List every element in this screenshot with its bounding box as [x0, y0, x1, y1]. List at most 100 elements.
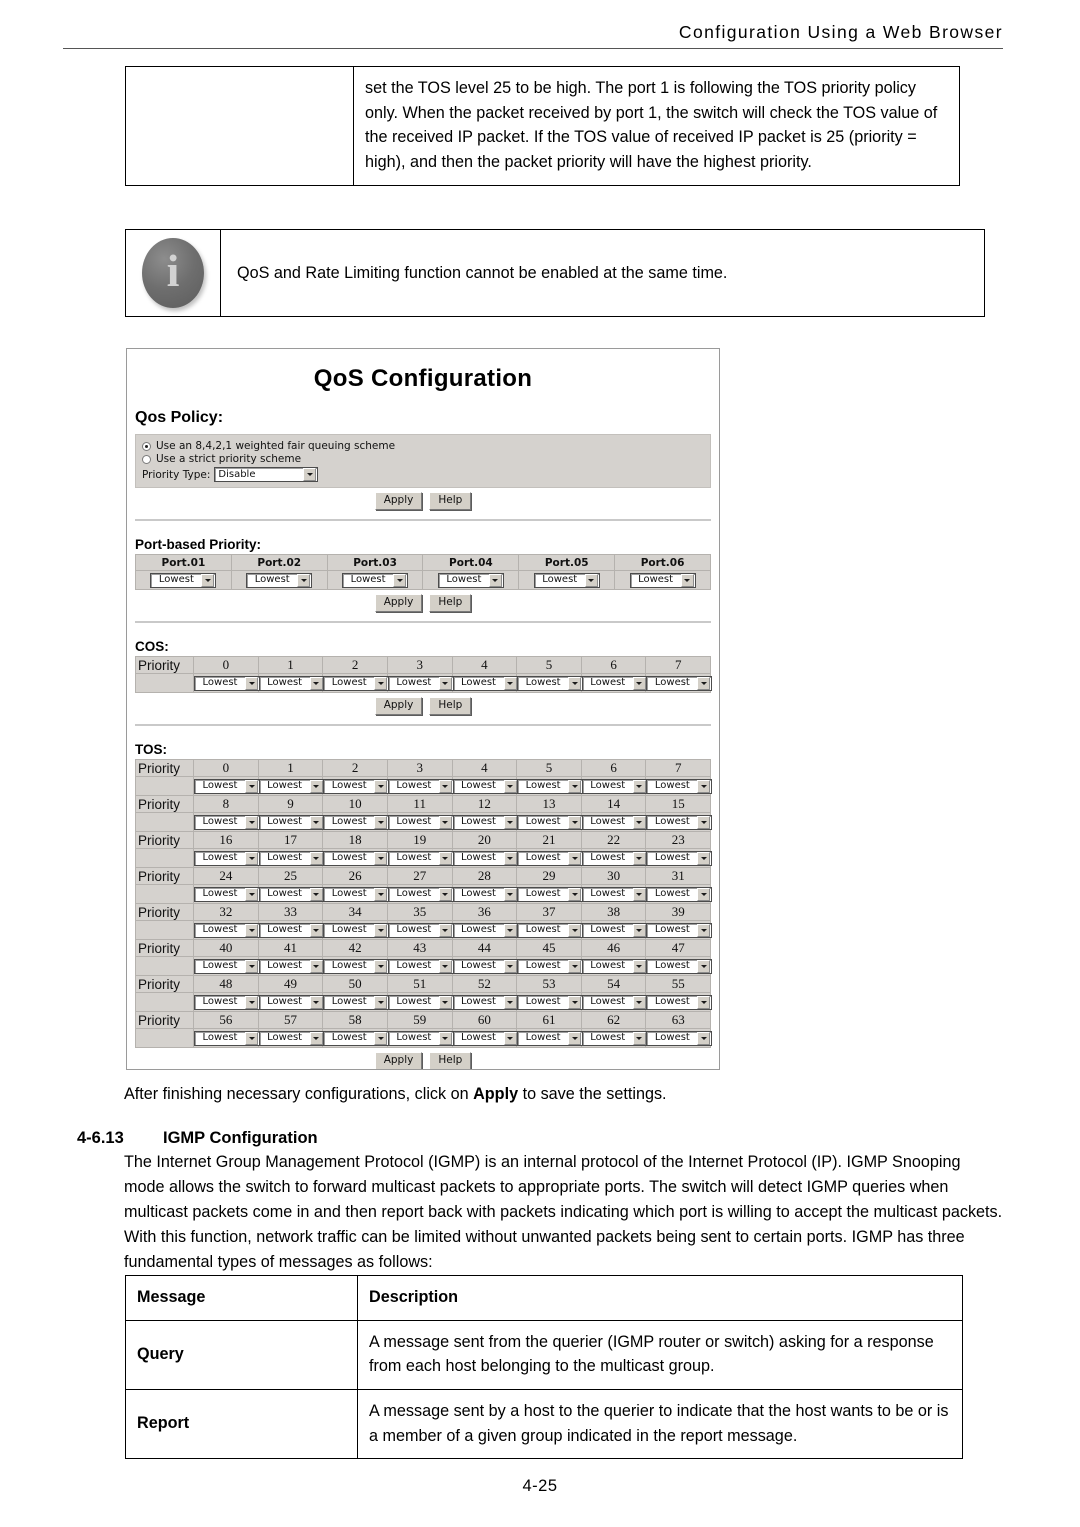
radio-row-strict[interactable]: Use a strict priority scheme: [142, 453, 704, 465]
chevron-down-icon[interactable]: [503, 887, 517, 901]
chevron-down-icon[interactable]: [201, 573, 215, 587]
chevron-down-icon[interactable]: [503, 995, 517, 1009]
tos-priority-select-16[interactable]: Lowest: [194, 850, 260, 866]
chevron-down-icon[interactable]: [309, 676, 323, 690]
cos-priority-select-4[interactable]: Lowest: [452, 675, 519, 691]
cos-apply-button[interactable]: Apply: [374, 697, 423, 716]
tos-priority-select-52[interactable]: Lowest: [452, 994, 519, 1010]
radio-strict-icon[interactable]: [142, 454, 151, 464]
tos-priority-select-8[interactable]: Lowest: [194, 814, 260, 830]
chevron-down-icon[interactable]: [438, 887, 452, 901]
chevron-down-icon[interactable]: [568, 779, 582, 793]
chevron-down-icon[interactable]: [568, 851, 582, 865]
tos-priority-select-33[interactable]: Lowest: [258, 922, 325, 938]
tos-priority-select-57[interactable]: Lowest: [258, 1030, 325, 1046]
tos-priority-select-62[interactable]: Lowest: [581, 1030, 648, 1046]
chevron-down-icon[interactable]: [697, 676, 711, 690]
cos-priority-select-1[interactable]: Lowest: [258, 675, 325, 691]
tos-priority-select-47[interactable]: Lowest: [646, 958, 713, 974]
chevron-down-icon[interactable]: [393, 573, 407, 587]
tos-priority-select-29[interactable]: Lowest: [517, 886, 584, 902]
cos-priority-select-3[interactable]: Lowest: [387, 675, 454, 691]
chevron-down-icon[interactable]: [309, 815, 323, 829]
tos-priority-select-7[interactable]: Lowest: [646, 778, 713, 794]
chevron-down-icon[interactable]: [374, 887, 388, 901]
chevron-down-icon[interactable]: [297, 573, 311, 587]
tos-priority-select-40[interactable]: Lowest: [194, 958, 260, 974]
chevron-down-icon[interactable]: [309, 851, 323, 865]
chevron-down-icon[interactable]: [438, 815, 452, 829]
chevron-down-icon[interactable]: [245, 815, 258, 829]
chevron-down-icon[interactable]: [568, 815, 582, 829]
chevron-down-icon[interactable]: [697, 851, 711, 865]
chevron-down-icon[interactable]: [697, 995, 711, 1009]
port-priority-select-1[interactable]: Lowest: [150, 572, 217, 588]
tos-priority-select-45[interactable]: Lowest: [517, 958, 584, 974]
cos-priority-select-6[interactable]: Lowest: [581, 675, 648, 691]
tos-priority-select-41[interactable]: Lowest: [258, 958, 325, 974]
tos-priority-select-9[interactable]: Lowest: [258, 814, 325, 830]
tos-priority-select-28[interactable]: Lowest: [452, 886, 519, 902]
tos-priority-select-44[interactable]: Lowest: [452, 958, 519, 974]
tos-help-button[interactable]: Help: [429, 1052, 472, 1069]
tos-priority-select-53[interactable]: Lowest: [517, 994, 584, 1010]
tos-priority-select-34[interactable]: Lowest: [323, 922, 390, 938]
tos-priority-select-25[interactable]: Lowest: [258, 886, 325, 902]
chevron-down-icon[interactable]: [309, 923, 323, 937]
chevron-down-icon[interactable]: [632, 887, 646, 901]
tos-priority-select-39[interactable]: Lowest: [646, 922, 713, 938]
tos-priority-select-37[interactable]: Lowest: [517, 922, 584, 938]
tos-priority-select-5[interactable]: Lowest: [517, 778, 584, 794]
tos-priority-select-63[interactable]: Lowest: [646, 1030, 713, 1046]
chevron-down-icon[interactable]: [568, 959, 582, 973]
chevron-down-icon[interactable]: [697, 887, 711, 901]
chevron-down-icon[interactable]: [697, 815, 711, 829]
port-priority-select-2[interactable]: Lowest: [246, 572, 313, 588]
chevron-down-icon[interactable]: [309, 995, 323, 1009]
chevron-down-icon[interactable]: [568, 995, 582, 1009]
chevron-down-icon[interactable]: [568, 676, 582, 690]
tos-priority-select-30[interactable]: Lowest: [581, 886, 648, 902]
tos-priority-select-61[interactable]: Lowest: [517, 1030, 584, 1046]
chevron-down-icon[interactable]: [374, 959, 388, 973]
chevron-down-icon[interactable]: [568, 887, 582, 901]
chevron-down-icon[interactable]: [438, 1031, 452, 1045]
port-priority-select-3[interactable]: Lowest: [342, 572, 409, 588]
chevron-down-icon[interactable]: [374, 779, 388, 793]
chevron-down-icon[interactable]: [503, 815, 517, 829]
chevron-down-icon[interactable]: [245, 923, 258, 937]
tos-priority-select-43[interactable]: Lowest: [387, 958, 454, 974]
tos-priority-select-13[interactable]: Lowest: [517, 814, 584, 830]
chevron-down-icon[interactable]: [245, 995, 258, 1009]
tos-priority-select-19[interactable]: Lowest: [387, 850, 454, 866]
chevron-down-icon[interactable]: [632, 1031, 646, 1045]
chevron-down-icon[interactable]: [632, 995, 646, 1009]
qos-policy-apply-button[interactable]: Apply: [374, 492, 423, 511]
tos-priority-select-20[interactable]: Lowest: [452, 850, 519, 866]
tos-priority-select-54[interactable]: Lowest: [581, 994, 648, 1010]
chevron-down-icon[interactable]: [303, 468, 317, 481]
tos-priority-select-12[interactable]: Lowest: [452, 814, 519, 830]
chevron-down-icon[interactable]: [438, 851, 452, 865]
chevron-down-icon[interactable]: [374, 815, 388, 829]
tos-priority-select-18[interactable]: Lowest: [323, 850, 390, 866]
chevron-down-icon[interactable]: [680, 573, 694, 587]
port-priority-select-5[interactable]: Lowest: [533, 572, 600, 588]
chevron-down-icon[interactable]: [503, 779, 517, 793]
port-priority-select-4[interactable]: Lowest: [437, 572, 504, 588]
tos-priority-select-35[interactable]: Lowest: [387, 922, 454, 938]
chevron-down-icon[interactable]: [309, 959, 323, 973]
chevron-down-icon[interactable]: [503, 959, 517, 973]
tos-priority-select-48[interactable]: Lowest: [194, 994, 260, 1010]
tos-priority-select-2[interactable]: Lowest: [323, 778, 390, 794]
chevron-down-icon[interactable]: [632, 923, 646, 937]
chevron-down-icon[interactable]: [309, 1031, 323, 1045]
chevron-down-icon[interactable]: [374, 995, 388, 1009]
priority-type-select[interactable]: Disable: [214, 467, 319, 482]
tos-priority-select-55[interactable]: Lowest: [646, 994, 713, 1010]
tos-priority-select-26[interactable]: Lowest: [323, 886, 390, 902]
chevron-down-icon[interactable]: [697, 923, 711, 937]
chevron-down-icon[interactable]: [632, 676, 646, 690]
tos-priority-select-56[interactable]: Lowest: [194, 1030, 260, 1046]
tos-priority-select-38[interactable]: Lowest: [581, 922, 648, 938]
